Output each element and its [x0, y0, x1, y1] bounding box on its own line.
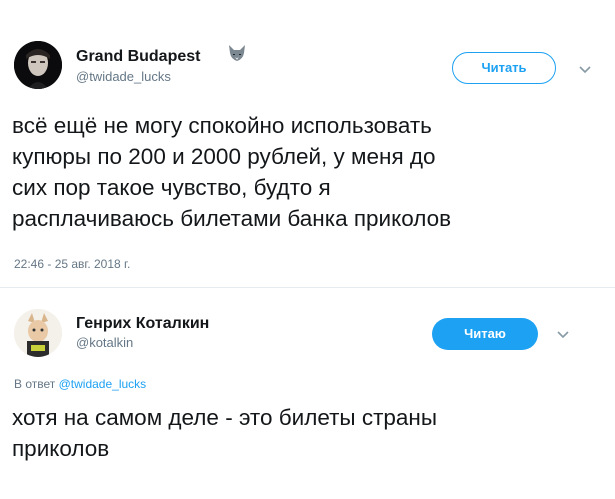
tweet: Grand Budapest @twidade_lucks Читать всё… — [0, 0, 615, 287]
author-name[interactable]: Генрих Коталкин — [76, 315, 209, 333]
reply-prefix: В ответ — [14, 377, 56, 391]
tweet-text-line: сих пор такое чувство, будто я — [12, 175, 331, 200]
tweet-text: хотя на самом деле - это билеты страны п… — [12, 402, 607, 464]
chevron-down-icon[interactable] — [556, 328, 570, 342]
following-button[interactable]: Читаю — [432, 318, 538, 350]
author-name[interactable]: Grand Budapest — [76, 48, 200, 66]
author-handle[interactable]: @twidade_lucks — [76, 69, 171, 84]
tweet-text-line: хотя на самом деле - это билеты страны — [12, 405, 438, 430]
chevron-down-icon[interactable] — [578, 63, 592, 77]
avatar[interactable] — [14, 41, 62, 89]
avatar[interactable] — [14, 309, 62, 357]
follow-button[interactable]: Читать — [452, 52, 556, 84]
tweet-text: всё ещё не могу спокойно использовать ку… — [12, 110, 607, 234]
tweet-text-line: всё ещё не могу спокойно использовать — [12, 113, 432, 138]
reply-handle-link[interactable]: @twidade_lucks — [59, 377, 147, 391]
timestamp[interactable]: 22:46 - 25 авг. 2018 г. — [14, 257, 130, 271]
tweet-text-line: приколов — [12, 436, 110, 461]
author-handle[interactable]: @kotalkin — [76, 335, 133, 350]
wolf-icon — [229, 45, 245, 61]
tweet-text-line: купюры по 200 и 2000 рублей, у меня до — [12, 144, 436, 169]
tweet-text-line: расплачиваюсь билетами банка приколов — [12, 206, 452, 231]
reply-context: В ответ @twidade_lucks — [14, 377, 146, 391]
